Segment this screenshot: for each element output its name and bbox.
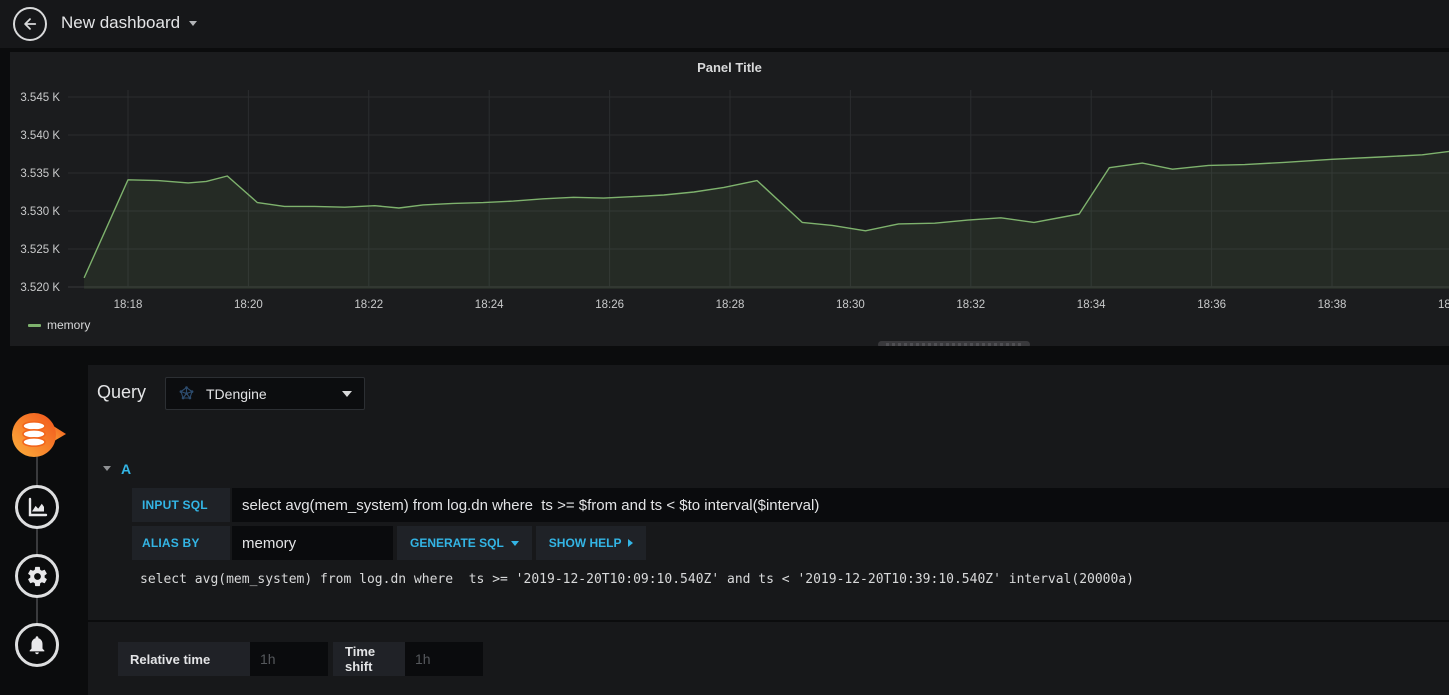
query-heading: Query [97,382,147,402]
show-help-button[interactable]: SHOW HELP [535,526,647,560]
chevron-right-icon [628,539,634,547]
dashboard-title[interactable]: New dashboard [61,13,198,33]
time-shift-input[interactable] [405,642,483,676]
alias-by-label: ALIAS BY [132,526,230,560]
tab-visualization-icon[interactable] [15,485,59,529]
svg-text:18:26: 18:26 [595,299,624,311]
svg-text:3.530 K: 3.530 K [20,206,60,218]
time-shift-group: Time shift [333,642,483,676]
svg-text:18:32: 18:32 [956,299,985,311]
legend-color-swatch [28,323,41,327]
svg-text:18:36: 18:36 [1197,299,1226,311]
alias-by-field[interactable] [232,526,393,560]
legend-item-memory[interactable]: memory [28,318,90,332]
arrow-left-icon [21,15,39,33]
query-editor-panel: Query TDengine A INPUT SQL ALIAS BY [88,365,1449,620]
query-ref-collapse-row[interactable]: A [88,455,1449,482]
svg-text:18:34: 18:34 [1077,299,1106,311]
time-options-panel: Relative time Time shift [88,622,1449,695]
relative-time-label: Relative time [118,642,250,676]
tab-alert-bell-icon[interactable] [15,623,59,667]
svg-text:3.525 K: 3.525 K [20,244,60,256]
svg-text:3.535 K: 3.535 K [20,168,60,180]
generate-sql-label: GENERATE SQL [410,536,504,550]
graph-panel: Panel Title 3.545 K 3.540 K 3.535 K 3.530 K… [10,52,1449,346]
time-options-row: Relative time Time shift [118,642,488,676]
svg-text:3.540 K: 3.540 K [20,130,60,142]
svg-text:18:28: 18:28 [716,299,745,311]
svg-text:3.520 K: 3.520 K [20,282,60,294]
panel-resize-handle[interactable] [878,341,1030,346]
collapse-caret-icon [103,466,111,471]
show-help-label: SHOW HELP [548,536,622,550]
svg-text:18:30: 18:30 [836,299,865,311]
chevron-down-icon [342,390,352,397]
time-shift-label: Time shift [333,642,405,676]
relative-time-group: Relative time [118,642,328,676]
input-sql-label: INPUT SQL [132,488,230,522]
relative-time-input[interactable] [250,642,328,676]
svg-text:18:40: 18:40 [1438,299,1449,311]
svg-text:3.545 K: 3.545 K [20,92,60,104]
svg-text:18:22: 18:22 [354,299,383,311]
chevron-down-icon [189,20,198,26]
chevron-down-icon [510,540,519,546]
editor-tab-rail [0,348,88,695]
input-sql-row: INPUT SQL [132,488,1449,522]
svg-text:18:24: 18:24 [475,299,504,311]
svg-text:18:20: 18:20 [234,299,263,311]
tab-queries-datasource-icon[interactable] [9,410,67,460]
svg-text:18:38: 18:38 [1318,299,1347,311]
tdengine-logo-icon [178,385,195,402]
top-nav-bar: New dashboard [0,0,1449,48]
input-sql-field[interactable] [232,488,1449,522]
legend-label: memory [47,318,91,332]
datasource-name: TDengine [206,385,267,402]
time-series-chart[interactable]: 3.545 K 3.540 K 3.535 K 3.530 K 3.525 K 3.520… [10,52,1449,346]
generated-sql-text: select avg(mem_system) from log.dn where… [140,572,1134,587]
svg-text:18:18: 18:18 [114,299,143,311]
dashboard-title-text: New dashboard [61,13,181,32]
back-button[interactable] [13,7,47,41]
datasource-picker[interactable]: TDengine [165,377,365,410]
query-ref-id: A [121,460,132,477]
generate-sql-button[interactable]: GENERATE SQL [397,526,532,560]
tab-general-settings-icon[interactable] [15,554,59,598]
alias-by-row: ALIAS BY GENERATE SQL SHOW HELP [132,526,1449,560]
